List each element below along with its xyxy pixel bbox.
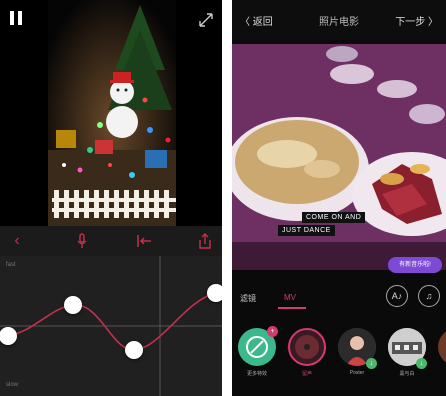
new-music-hint[interactable]: 有新音乐啦! [388, 257, 442, 273]
download-icon[interactable]: ↓ [366, 358, 377, 369]
next-button[interactable]: 下一步 〉 [395, 13, 438, 28]
microphone-icon[interactable] [73, 232, 91, 250]
pause-icon[interactable] [10, 11, 24, 25]
tab-filter[interactable]: 滤镜 [240, 293, 256, 304]
mv-template-list: 更多特效 + 留声 Poster ↓ 黑与白 ↓ [232, 322, 446, 396]
active-tab-indicator [278, 307, 306, 309]
photo-preview[interactable]: COME ON AND JUST DANCE [232, 44, 446, 270]
edit-toolbar: ‹ [0, 226, 222, 256]
trim-icon[interactable] [135, 232, 153, 250]
mv-item-next-partial[interactable] [436, 328, 446, 366]
mv-item-label: Poster [349, 370, 365, 376]
curve-point-handle[interactable] [64, 296, 82, 314]
mv-item-label: 留声 [301, 371, 312, 377]
food-photo [232, 44, 446, 270]
chevron-left-icon[interactable]: ‹ [8, 232, 26, 250]
mv-item-label: 更多特效 [246, 371, 267, 377]
curve-point-handle[interactable] [207, 284, 222, 302]
mv-item-label: 黑与白 [399, 371, 415, 377]
caption-line-2: JUST DANCE [278, 225, 335, 236]
expand-icon[interactable] [198, 12, 214, 28]
mv-item-poster[interactable]: Poster ↓ [336, 328, 378, 376]
gramophone-thumbnail [288, 328, 326, 366]
tab-mv[interactable]: MV [284, 293, 296, 302]
christmas-scene-image [0, 0, 222, 226]
top-bar: 〈 返回 照片电影 下一步 〉 [232, 0, 446, 40]
record-icon [295, 335, 319, 359]
text-style-icon[interactable]: A♪ [386, 285, 408, 307]
next-template-thumbnail [438, 328, 446, 366]
curve-point-handle[interactable] [125, 341, 143, 359]
download-icon[interactable]: ↓ [416, 358, 427, 369]
share-icon[interactable] [196, 232, 214, 250]
mv-item-more-effects[interactable]: 更多特效 + [236, 326, 278, 377]
effect-tabs: 滤镜 MV [232, 286, 446, 310]
video-preview[interactable] [0, 0, 222, 226]
speed-editor-screen: ‹ fast slow [0, 0, 222, 396]
mv-item-black-white[interactable]: 黑与白 ↓ [386, 328, 428, 377]
mv-item-gramophone[interactable]: 留声 [286, 328, 328, 377]
caption-line-1: COME ON AND [302, 212, 366, 223]
speed-curve-panel[interactable]: fast slow [0, 256, 222, 396]
speed-curve [0, 256, 222, 396]
music-note-icon[interactable]: ♫ [418, 285, 440, 307]
photo-movie-screen: 〈 返回 照片电影 下一步 〉 COME ON AND JUST DANCE 有… [232, 0, 446, 396]
badge-icon: + [267, 326, 278, 337]
